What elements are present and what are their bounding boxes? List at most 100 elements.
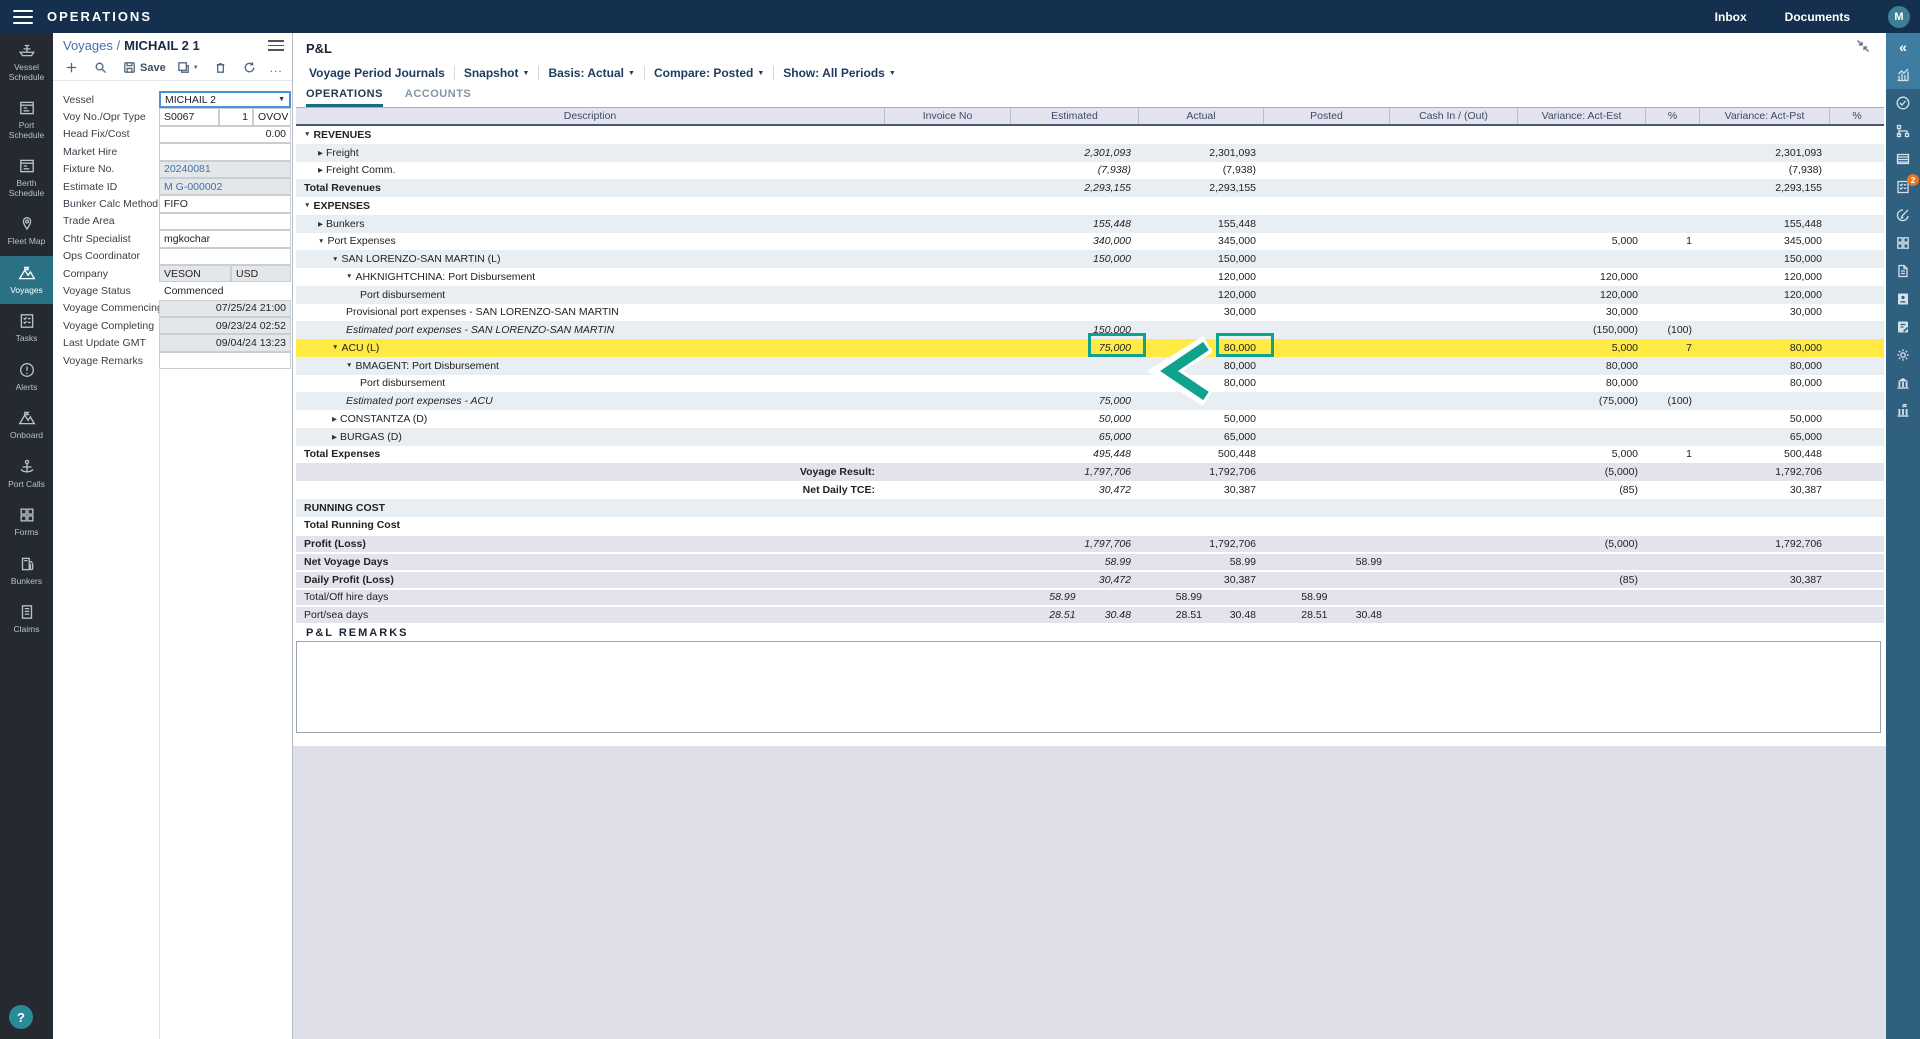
table-row[interactable]: RUNNING COST	[296, 499, 1884, 517]
contacts-icon[interactable]	[1886, 285, 1920, 313]
chevron-right-icon[interactable]: ▶	[332, 433, 337, 441]
table-row[interactable]: Total Expenses495,448500,4485,0001500,44…	[296, 446, 1884, 464]
column-header[interactable]: %	[1646, 108, 1700, 124]
table-row[interactable]: Estimated port expenses - SAN LORENZO-SA…	[296, 321, 1884, 339]
table-icon[interactable]	[1886, 145, 1920, 173]
save-button[interactable]: Save	[117, 58, 171, 77]
hierarchy-icon[interactable]	[1886, 117, 1920, 145]
voyage-period-journals-button[interactable]: Voyage Period Journals	[300, 66, 454, 80]
chevron-right-icon[interactable]: ▶	[332, 415, 337, 423]
table-row[interactable]: ▼BMAGENT: Port Disbursement80,00080,0008…	[296, 357, 1884, 375]
more-button[interactable]: ...	[266, 61, 287, 75]
table-row[interactable]: ▶BURGAS (D)65,00065,00065,000	[296, 428, 1884, 446]
currency-field[interactable]: USD	[231, 265, 291, 282]
menu-icon[interactable]	[13, 10, 33, 24]
column-header[interactable]: Invoice No	[885, 108, 1011, 124]
show-all-periods-button[interactable]: Show: All Periods▼	[774, 66, 905, 80]
table-row[interactable]: ▶CONSTANTZA (D)50,00050,00050,000	[296, 410, 1884, 428]
search-icon[interactable]	[88, 58, 113, 77]
table-row[interactable]: Port disbursement80,00080,00080,000	[296, 375, 1884, 393]
help-button[interactable]: ?	[9, 1005, 33, 1029]
vessel-select[interactable]: MICHAIL 2▼	[159, 91, 291, 108]
checklist-icon[interactable]: 2	[1886, 173, 1920, 201]
column-header[interactable]: Cash In / (Out)	[1390, 108, 1518, 124]
bunker-calc-method-field[interactable]: FIFO	[159, 195, 291, 212]
table-row[interactable]: Estimated port expenses - ACU75,000(75,0…	[296, 392, 1884, 410]
chart-icon[interactable]	[1886, 61, 1920, 89]
chevron-down-icon[interactable]: ▼	[346, 273, 352, 280]
chevron-right-icon[interactable]: ▶	[318, 166, 323, 174]
bank-icon[interactable]	[1886, 369, 1920, 397]
chevron-down-icon[interactable]: ▼	[304, 202, 310, 209]
table-row[interactable]: Profit (Loss)1,797,7061,792,706(5,000)1,…	[296, 534, 1884, 552]
chevron-right-icon[interactable]: ▶	[318, 220, 323, 228]
column-header[interactable]: Variance: Act-Pst	[1700, 108, 1830, 124]
column-header[interactable]: %	[1830, 108, 1884, 124]
breadcrumb[interactable]: Voyages /	[63, 38, 120, 53]
chevrons-left-icon[interactable]: «	[1886, 33, 1920, 61]
table-row[interactable]: Provisional port expenses - SAN LORENZO-…	[296, 304, 1884, 322]
bank-flag-icon[interactable]	[1886, 397, 1920, 425]
market-hire-field[interactable]	[159, 143, 291, 160]
table-row[interactable]: Daily Profit (Loss)30,47230,387(85)30,38…	[296, 570, 1884, 588]
sidebar-item-port-calls[interactable]: Port Calls	[0, 450, 53, 499]
column-header[interactable]: Posted	[1264, 108, 1390, 124]
table-row[interactable]: ▶Freight Comm.(7,938)(7,938)(7,938)	[296, 162, 1884, 180]
column-header[interactable]: Description	[296, 108, 885, 124]
chevron-down-icon[interactable]: ▼	[318, 238, 324, 245]
trade-area-field[interactable]	[159, 213, 291, 230]
compare-posted-button[interactable]: Compare: Posted▼	[645, 66, 773, 80]
opr-type-field[interactable]: OVOV	[253, 108, 291, 125]
column-header[interactable]: Estimated	[1011, 108, 1139, 124]
chevron-down-icon[interactable]: ▼	[346, 362, 352, 369]
voyage-no-field[interactable]: S0067	[159, 108, 219, 125]
copy-button[interactable]: ▼	[171, 58, 204, 77]
chevron-down-icon[interactable]: ▼	[332, 256, 338, 263]
snapshot-button[interactable]: Snapshot▼	[455, 66, 539, 80]
table-row[interactable]: ▼ACU (L)75,00080,0005,000780,000	[296, 339, 1884, 357]
refresh-button[interactable]	[237, 58, 262, 77]
table-row[interactable]: ▼SAN LORENZO-SAN MARTIN (L)150,000150,00…	[296, 250, 1884, 268]
chtr-specialist-field[interactable]: mgkochar	[159, 230, 291, 247]
pnl-remarks-input[interactable]	[296, 641, 1881, 733]
ops-coordinator-field[interactable]	[159, 248, 291, 265]
panel-menu-icon[interactable]	[268, 40, 284, 51]
company-field[interactable]: VESON	[159, 265, 231, 282]
sidebar-item-onboard[interactable]: Onboard	[0, 401, 53, 450]
sidebar-item-fleet-map[interactable]: Fleet Map	[0, 207, 53, 256]
tab-accounts[interactable]: ACCOUNTS	[405, 85, 471, 107]
chevron-down-icon[interactable]: ▼	[332, 344, 338, 351]
globe-check-icon[interactable]	[1886, 89, 1920, 117]
sidebar-item-forms[interactable]: Forms	[0, 498, 53, 547]
last-update-gmt-field[interactable]: 09/04/24 13:23	[159, 334, 291, 351]
avatar[interactable]: M	[1888, 6, 1910, 28]
sidebar-item-claims[interactable]: Claims	[0, 595, 53, 644]
collapse-icon[interactable]	[1856, 39, 1870, 58]
sidebar-item-vessel-schedule[interactable]: Vessel Schedule	[0, 33, 53, 91]
sidebar-item-port-schedule[interactable]: Port Schedule	[0, 91, 53, 149]
documents-link[interactable]: Documents	[1785, 10, 1850, 24]
pen-circle-icon[interactable]	[1886, 201, 1920, 229]
document-icon[interactable]	[1886, 257, 1920, 285]
table-row[interactable]: ▶Freight2,301,0932,301,0932,301,093	[296, 144, 1884, 162]
tab-operations[interactable]: OPERATIONS	[306, 85, 383, 107]
sidebar-item-tasks[interactable]: Tasks	[0, 304, 53, 353]
table-row[interactable]: ▼AHKNIGHTCHINA: Port Disbursement120,000…	[296, 268, 1884, 286]
chevron-right-icon[interactable]: ▶	[318, 149, 323, 157]
sidebar-item-bunkers[interactable]: Bunkers	[0, 547, 53, 596]
delete-button[interactable]	[208, 58, 233, 77]
gear-icon[interactable]	[1886, 341, 1920, 369]
head-fix-cost-field[interactable]: 0.00	[159, 126, 291, 143]
column-header[interactable]: Actual	[1139, 108, 1264, 124]
inbox-link[interactable]: Inbox	[1715, 10, 1747, 24]
table-row[interactable]: ▼Port Expenses340,000345,0005,0001345,00…	[296, 233, 1884, 251]
voyage-remarks-field[interactable]	[159, 352, 291, 369]
table-row[interactable]: ▼REVENUES	[296, 126, 1884, 144]
notepad-icon[interactable]	[1886, 313, 1920, 341]
table-row[interactable]: Total Running Cost	[296, 517, 1884, 535]
add-button[interactable]	[59, 58, 84, 77]
table-row[interactable]: Port disbursement120,000120,000120,000	[296, 286, 1884, 304]
fixture-no--field[interactable]: 20240081	[159, 161, 291, 178]
chevron-down-icon[interactable]: ▼	[304, 131, 310, 138]
forms-grid-icon[interactable]	[1886, 229, 1920, 257]
